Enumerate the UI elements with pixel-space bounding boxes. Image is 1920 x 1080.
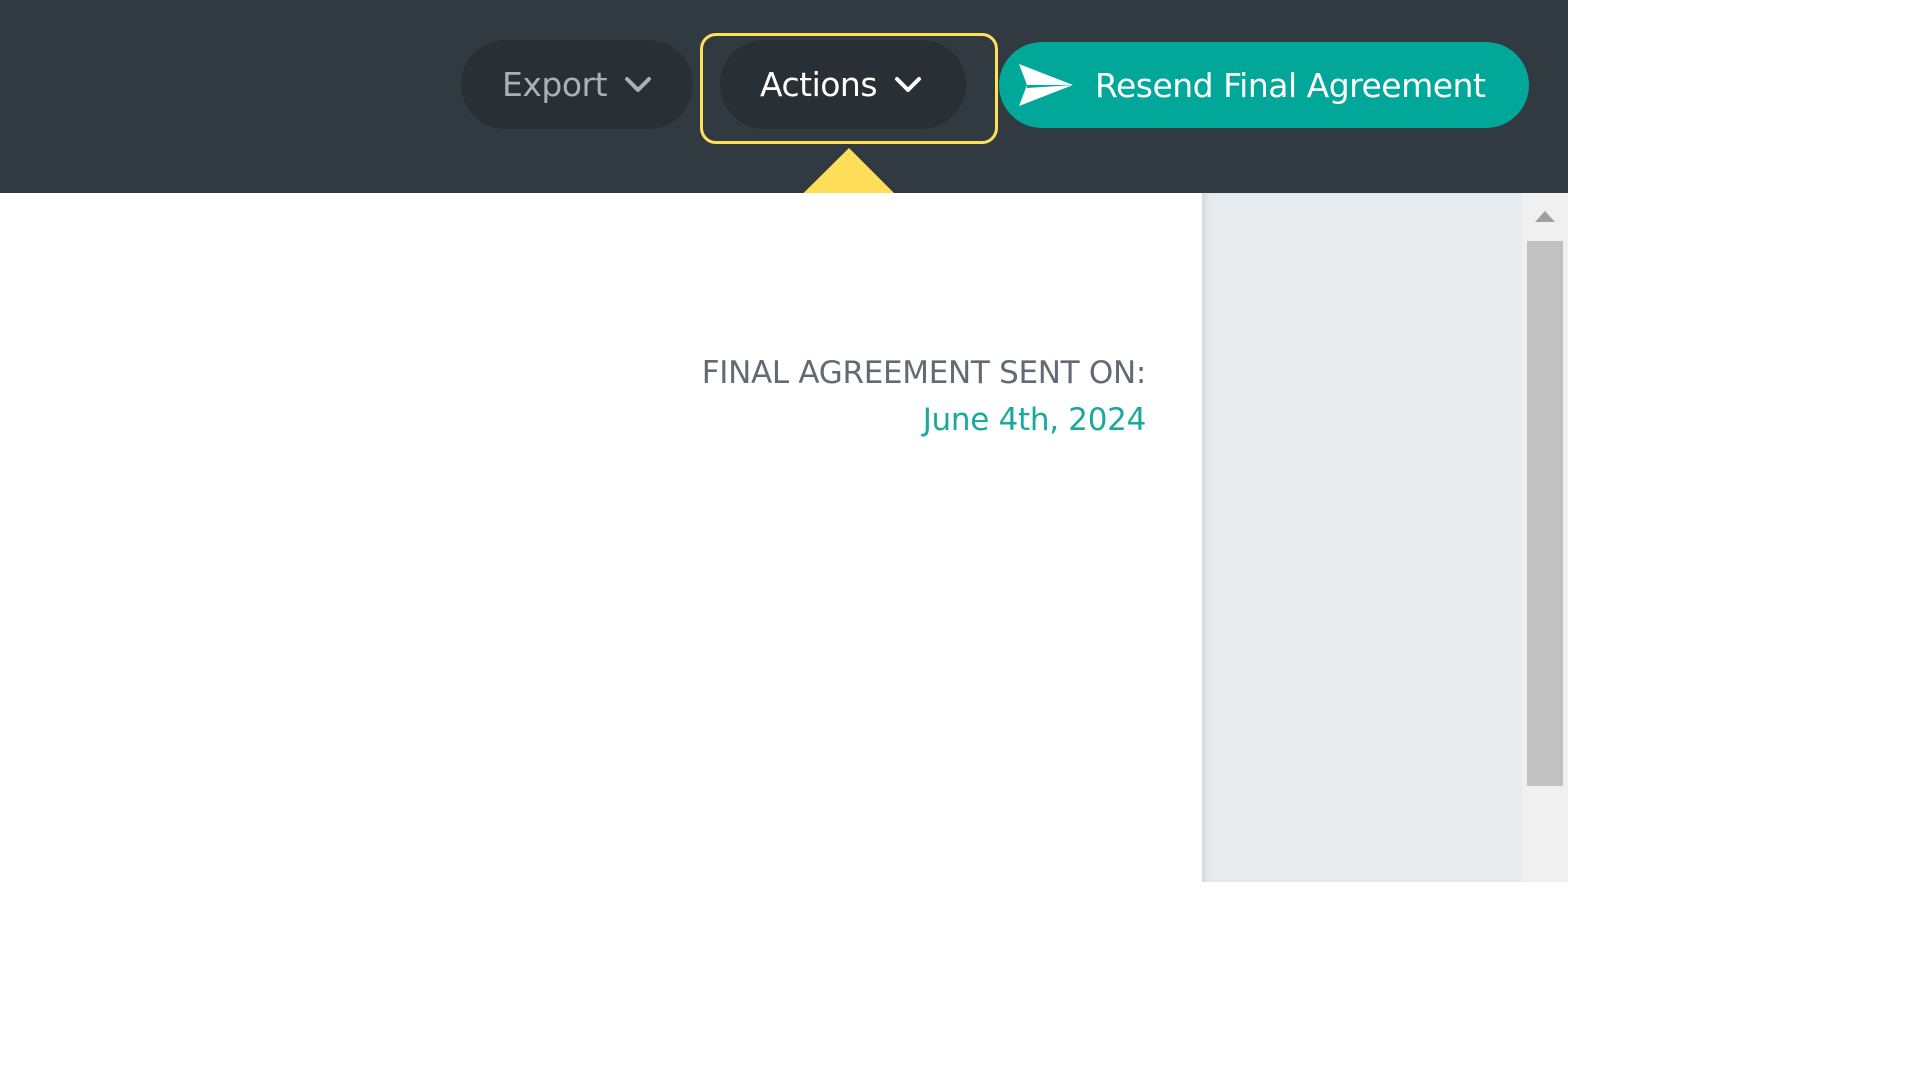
scroll-up-arrow-icon[interactable] [1535, 211, 1555, 222]
export-button[interactable]: Export [461, 40, 693, 129]
vertical-scrollbar[interactable] [1522, 193, 1568, 882]
chevron-down-icon [625, 76, 652, 92]
highlight-annotation-box [700, 33, 998, 144]
resend-final-agreement-button[interactable]: Resend Final Agreement [999, 42, 1529, 128]
main-content: FINAL AGREEMENT SENT ON: June 4th, 2024 [0, 193, 1202, 882]
scroll-thumb[interactable] [1527, 241, 1563, 786]
final-agreement-sent-label: FINAL AGREEMENT SENT ON: [701, 355, 1147, 391]
final-agreement-sent-date: June 4th, 2024 [922, 402, 1147, 438]
send-icon [1019, 64, 1073, 106]
resend-button-label: Resend Final Agreement [1095, 65, 1486, 105]
export-button-label: Export [502, 65, 608, 104]
page: Export Actions Resend Final Agreement FI… [0, 0, 1568, 882]
side-panel [1202, 193, 1522, 882]
